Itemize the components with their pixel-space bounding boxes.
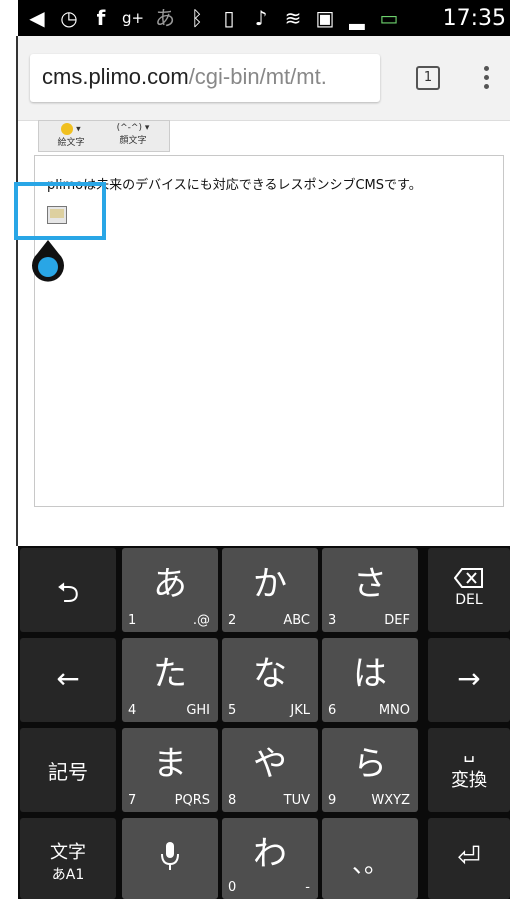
key-ha[interactable]: は 6 MNO xyxy=(322,638,418,722)
key-ya[interactable]: や 8 TUV xyxy=(222,728,318,812)
key-na-num: 5 xyxy=(228,703,237,718)
bluetooth-icon: ᛒ xyxy=(191,6,203,30)
face-mark-icon: (^-^) xyxy=(116,123,142,133)
emoji-button[interactable]: ▾ 絵文字 xyxy=(43,123,99,148)
mute-icon: ♪ xyxy=(254,6,268,30)
overflow-menu-icon[interactable] xyxy=(484,66,492,92)
status-bar: ◀ ◷ f g+ あ ᛒ ▯ ♪ ≋ ▣ ▂ ▭ 17:35 xyxy=(18,0,510,36)
delete-label: DEL xyxy=(455,592,483,608)
voice-input-key[interactable] xyxy=(122,818,218,899)
convert-key[interactable]: ␣ 変換 xyxy=(428,728,510,812)
key-na[interactable]: な 5 JKL xyxy=(222,638,318,722)
clock-icon: ◷ xyxy=(60,6,78,30)
key-na-sub: JKL xyxy=(290,703,310,718)
key-ma[interactable]: ま 7 PQRS xyxy=(122,728,218,812)
key-ha-sub: MNO xyxy=(378,703,410,718)
face-mark-label: 顔文字 xyxy=(119,136,147,146)
screen-icon: ▣ xyxy=(315,6,335,30)
key-ya-sub: TUV xyxy=(283,793,310,808)
key-ya-num: 8 xyxy=(228,793,237,808)
input-mode-key[interactable]: 文字 あA1 xyxy=(20,818,116,899)
key-sa-sub: DEF xyxy=(384,613,410,628)
key-ra-kana: ら xyxy=(353,744,387,784)
key-ha-kana: は xyxy=(353,654,387,694)
battery-icon: ▭ xyxy=(379,6,399,30)
key-a[interactable]: あ 1 .@ xyxy=(122,548,218,632)
editor-toolbar: ▾ 絵文字 (^-^) ▾ 顔文字 xyxy=(38,120,170,152)
facebook-icon: f xyxy=(96,6,106,30)
face-mark-button[interactable]: (^-^) ▾ 顔文字 xyxy=(105,123,161,147)
key-sa-num: 3 xyxy=(328,613,337,628)
key-ma-kana: ま xyxy=(153,744,187,784)
google-plus-icon: g+ xyxy=(121,9,145,27)
key-ha-num: 6 xyxy=(328,703,337,718)
japanese-keyboard: ⮌ ← 記号 文字 あA1 あ 1 .@ か 2 ABC さ 3 DEF た 4… xyxy=(18,546,510,899)
backspace-icon xyxy=(454,568,483,588)
key-a-num: 1 xyxy=(128,613,137,628)
tab-switcher-button[interactable]: 1 xyxy=(416,66,440,90)
enter-icon: ⏎ xyxy=(457,840,481,873)
japanese-input-icon: あ xyxy=(155,6,175,30)
text-cursor-handle[interactable] xyxy=(31,240,65,284)
url-host: cms.plimo.com xyxy=(42,64,189,89)
microphone-icon xyxy=(161,842,179,870)
input-mode-sub: あA1 xyxy=(51,867,85,883)
key-a-kana: あ xyxy=(153,564,187,604)
key-ka-sub: ABC xyxy=(283,613,310,628)
notification-icon: ◀ xyxy=(29,6,45,30)
key-ra[interactable]: ら 9 WXYZ xyxy=(322,728,418,812)
convert-label: 変換 xyxy=(451,770,487,791)
space-icon: ␣ xyxy=(463,742,475,763)
key-sa-kana: さ xyxy=(353,564,387,604)
key-ra-sub: WXYZ xyxy=(371,793,410,808)
undo-icon: ⮌ xyxy=(56,576,80,609)
selection-highlight xyxy=(14,182,106,240)
key-ya-kana: や xyxy=(253,744,287,784)
key-wa-num: 0 xyxy=(228,880,237,895)
url-field[interactable]: cms.plimo.com/cgi-bin/mt/mt. xyxy=(30,54,380,102)
arrow-left-icon: ← xyxy=(56,662,80,695)
url-text: cms.plimo.com/cgi-bin/mt/mt. xyxy=(42,64,372,90)
key-ka[interactable]: か 2 ABC xyxy=(222,548,318,632)
cursor-right-key[interactable]: → xyxy=(428,638,510,722)
key-ta[interactable]: た 4 GHI xyxy=(122,638,218,722)
key-ta-sub: GHI xyxy=(186,703,210,718)
key-ma-num: 7 xyxy=(128,793,137,808)
key-ta-kana: た xyxy=(153,654,187,694)
status-time: 17:35 xyxy=(442,6,506,31)
arrow-right-icon: → xyxy=(457,662,481,695)
key-a-sub: .@ xyxy=(192,613,210,628)
key-wa-kana: わ xyxy=(253,834,287,874)
emoji-label: 絵文字 xyxy=(57,138,85,148)
cursor-left-key[interactable]: ← xyxy=(20,638,116,722)
key-na-kana: な xyxy=(253,654,287,694)
url-path: /cgi-bin/mt/mt. xyxy=(188,64,327,89)
key-ma-sub: PQRS xyxy=(174,793,210,808)
browser-toolbar: cms.plimo.com/cgi-bin/mt/mt. 1 xyxy=(18,36,510,121)
input-mode-label: 文字 xyxy=(50,842,86,863)
key-ka-kana: か xyxy=(253,564,287,604)
symbols-key[interactable]: 記号 xyxy=(20,728,116,812)
key-wa-sub: - xyxy=(305,880,310,895)
key-ra-num: 9 xyxy=(328,793,337,808)
enter-key[interactable]: ⏎ xyxy=(428,818,510,899)
symbols-label: 記号 xyxy=(48,760,88,784)
key-ta-num: 4 xyxy=(128,703,137,718)
nfc-icon: ▯ xyxy=(223,6,235,30)
key-sa[interactable]: さ 3 DEF xyxy=(322,548,418,632)
signal-icon: ▂ xyxy=(349,6,365,30)
key-punctuation-kana: 、。 xyxy=(352,850,388,878)
wifi-icon: ≋ xyxy=(284,6,302,30)
emoji-icon xyxy=(61,123,74,135)
key-wa[interactable]: わ 0 - xyxy=(222,818,318,899)
key-ka-num: 2 xyxy=(228,613,237,628)
delete-key[interactable]: DEL xyxy=(428,548,510,632)
key-punctuation[interactable]: 、。 xyxy=(322,818,418,899)
undo-key[interactable]: ⮌ xyxy=(20,548,116,632)
